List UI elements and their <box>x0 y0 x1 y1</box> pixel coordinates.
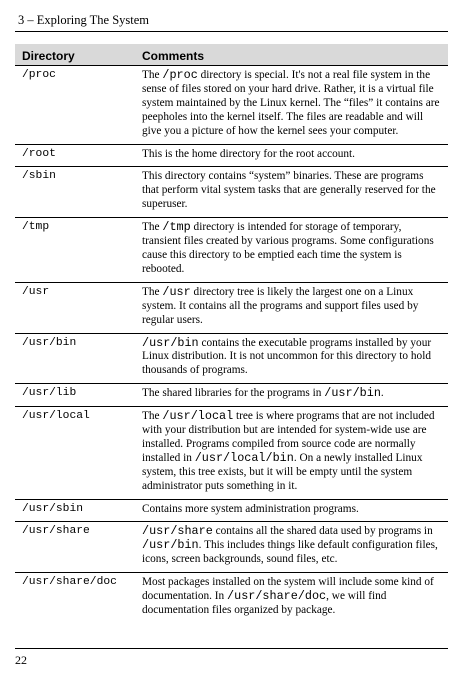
comment-text: The shared libraries for the programs in <box>142 387 325 400</box>
table-row: /root This is the home directory for the … <box>15 144 448 168</box>
path-code: /usr/local/bin <box>194 450 294 465</box>
table-row: /sbin This directory contains “system” bi… <box>15 166 448 219</box>
comment-cell: The /tmp directory is intended for stora… <box>135 217 448 283</box>
table-row: /usr/share/usr/share contains all the sh… <box>15 521 448 574</box>
table-row: /proc The /proc directory is special. It'… <box>15 65 448 145</box>
directory-cell: /root <box>15 144 135 168</box>
comment-text: . <box>380 387 384 400</box>
path-code: /usr/bin <box>324 386 381 401</box>
directory-cell: /usr/lib <box>15 383 135 408</box>
header-rule <box>15 31 448 32</box>
path-code: /usr/bin <box>142 335 199 350</box>
directory-cell: /usr/share <box>15 521 135 574</box>
path-code: /usr/bin <box>142 538 199 553</box>
directory-cell: /proc <box>15 65 135 145</box>
comment-text: This is the home directory for the root … <box>142 147 356 160</box>
path-code: /tmp <box>162 220 191 235</box>
comment-text: Contains more system administration prog… <box>142 502 359 515</box>
directory-table: Directory Comments /proc The /proc direct… <box>15 44 448 623</box>
comment-text: This directory contains “system” binarie… <box>142 170 436 211</box>
table-header-row: Directory Comments <box>15 44 448 66</box>
comment-cell: The shared libraries for the programs in… <box>135 383 448 408</box>
table-row: /usr The /usr directory tree is likely th… <box>15 282 448 334</box>
comment-text: contains all the shared data used by pro… <box>212 525 433 538</box>
directory-cell: /tmp <box>15 217 135 283</box>
comment-text: The <box>142 69 163 81</box>
comment-cell: The /usr directory tree is likely the la… <box>135 282 448 334</box>
comment-text: The <box>142 285 163 298</box>
path-code: /usr/share <box>142 524 213 539</box>
running-header: 3 – Exploring The System <box>18 13 150 27</box>
directory-cell: /usr/share/doc <box>22 576 117 589</box>
path-code: /proc <box>162 68 198 82</box>
page-number: 22 <box>15 653 27 667</box>
path-code: /usr/share/doc <box>227 589 327 604</box>
table-row: /usr/share/doc Most packages installed on… <box>15 573 448 623</box>
table-row: /usr/sbin Contains more system administra… <box>15 499 448 523</box>
comment-cell: /usr/bin contains the executable program… <box>135 333 448 385</box>
path-code: /usr <box>162 284 191 299</box>
comment-cell: Contains more system administration prog… <box>135 499 448 523</box>
directory-cell: /usr <box>15 282 135 334</box>
table-row: /tmp The /tmp directory is intended for s… <box>15 217 448 283</box>
directory-cell: /usr/sbin <box>15 499 135 523</box>
path-code: /usr/local <box>162 409 234 424</box>
comment-cell: This is the home directory for the root … <box>135 144 448 168</box>
comment-cell: This directory contains “system” binarie… <box>135 166 448 219</box>
directory-cell: /sbin <box>15 166 135 219</box>
column-header-directory: Directory <box>15 44 135 66</box>
comment-cell: The /proc directory is special. It's not… <box>135 65 448 145</box>
directory-cell: /usr/bin <box>15 333 135 385</box>
comment-text: The <box>142 410 163 423</box>
comment-cell: /usr/share contains all the shared data … <box>135 521 448 574</box>
directory-cell: /usr/local <box>15 406 135 500</box>
comment-cell: The /usr/local tree is where programs th… <box>135 406 448 500</box>
column-header-comments: Comments <box>135 44 448 66</box>
comment-text: The <box>142 221 163 234</box>
table-row: /usr/bin/usr/bin contains the executable… <box>15 333 448 385</box>
table-row: /usr/lib The shared libraries for the pro… <box>15 383 448 408</box>
comment-cell: Most packages installed on the system wi… <box>135 573 448 623</box>
footer-rule <box>15 648 448 649</box>
table-row: /usr/local The /usr/local tree is where p… <box>15 406 448 500</box>
